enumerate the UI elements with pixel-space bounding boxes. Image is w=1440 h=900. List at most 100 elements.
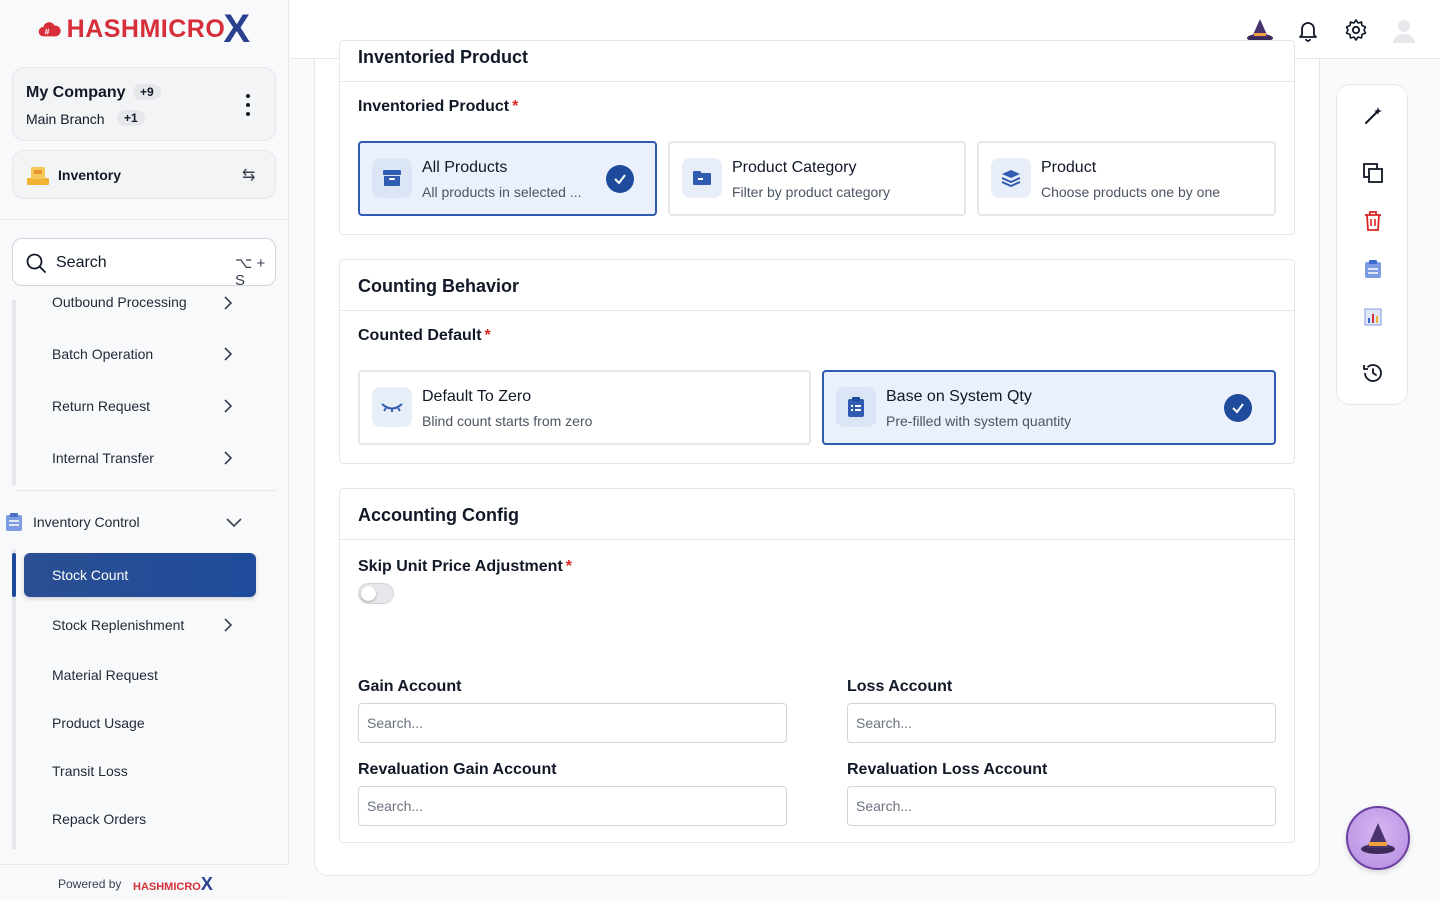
- option-title: Product: [1041, 159, 1097, 176]
- field-label-text: Inventoried Product: [358, 98, 510, 115]
- report-chart-icon[interactable]: [1359, 303, 1387, 331]
- active-indicator: [12, 553, 16, 597]
- option-subtitle: Pre-filled with system quantity: [886, 413, 1072, 429]
- branch-name: Main Branch: [26, 111, 105, 127]
- toggle-knob: [361, 586, 376, 601]
- folder-icon: [682, 158, 722, 198]
- field-label-skip-unit-price: Skip Unit Price Adjustment *: [358, 558, 572, 576]
- clipboard-icon[interactable]: [1359, 255, 1387, 283]
- field-label-inventoried-product: Inventoried Product *: [358, 98, 518, 116]
- field-label-text: Skip Unit Price Adjustment: [358, 558, 563, 575]
- option-subtitle: Blind count starts from zero: [422, 413, 593, 429]
- chevron-right-icon: [224, 347, 233, 361]
- revaluation-loss-input[interactable]: [847, 786, 1276, 826]
- section-title: Accounting Config: [358, 505, 519, 525]
- more-options-icon[interactable]: [238, 92, 258, 118]
- check-icon: [606, 165, 634, 193]
- chevron-right-icon: [224, 399, 233, 413]
- sidebar: # HASHMICRO X My Company +9 Main Branch …: [0, 0, 289, 900]
- powered-by-footer: Powered by HASHMICROX: [0, 864, 289, 900]
- switch-module-icon[interactable]: ⇆: [242, 165, 255, 185]
- footer-logo-x: X: [200, 874, 213, 894]
- section-header: Accounting Config: [340, 489, 1294, 540]
- sidebar-group-inventory-control[interactable]: Inventory Control: [0, 505, 289, 539]
- footer-logo: HASHMICROX: [133, 874, 213, 895]
- assistant-button[interactable]: [1346, 806, 1410, 870]
- sidebar-item-transit-loss[interactable]: Transit Loss: [52, 763, 128, 779]
- sidebar-item-internal-transfer[interactable]: Internal Transfer: [52, 450, 154, 466]
- field-label-gain-account: Gain Account: [358, 678, 462, 695]
- option-title: Default To Zero: [422, 388, 532, 405]
- inventory-module-icon: [27, 167, 49, 185]
- option-subtitle: Filter by product category: [732, 184, 890, 200]
- revaluation-gain-input[interactable]: [358, 786, 787, 826]
- company-switcher[interactable]: My Company +9 Main Branch +1: [12, 67, 276, 141]
- option-title: Product Category: [732, 159, 857, 176]
- duplicate-icon[interactable]: [1359, 159, 1387, 187]
- wizard-hat-icon: [1361, 823, 1395, 854]
- sidebar-item-batch-operation[interactable]: Batch Operation: [52, 346, 153, 362]
- sidebar-item-material-request[interactable]: Material Request: [52, 667, 158, 683]
- search-icon: [26, 253, 46, 273]
- option-default-to-zero[interactable]: Default To Zero Blind count starts from …: [358, 370, 811, 445]
- sidebar-search[interactable]: Search ⌥ + S: [12, 238, 276, 289]
- brand-logo[interactable]: # HASHMICRO X: [38, 8, 250, 50]
- module-switcher[interactable]: Inventory ⇆: [12, 150, 276, 199]
- sidebar-item-outbound-processing[interactable]: Outbound Processing: [52, 294, 187, 310]
- brand-name: HASHMICRO: [66, 14, 226, 43]
- search-label: Search: [56, 254, 107, 271]
- cloud-logo-icon: #: [38, 22, 61, 36]
- gain-account-input[interactable]: [358, 703, 787, 743]
- svg-text:#: #: [45, 26, 50, 36]
- sidebar-item-repack-orders[interactable]: Repack Orders: [52, 811, 146, 827]
- sidebar-item-label: Stock Count: [52, 567, 129, 583]
- field-label-revaluation-loss: Revaluation Loss Account: [847, 761, 1048, 778]
- option-base-on-system-qty[interactable]: Base on System Qty Pre-filled with syste…: [822, 370, 1276, 445]
- sidebar-item-stock-replenishment[interactable]: Stock Replenishment: [52, 617, 184, 633]
- trash-icon[interactable]: [1359, 207, 1387, 235]
- powered-by-label: Powered by: [58, 877, 122, 891]
- history-icon[interactable]: [1359, 359, 1387, 387]
- option-product-category[interactable]: Product Category Filter by product categ…: [668, 141, 966, 216]
- layers-icon: [991, 158, 1031, 198]
- archive-icon: [372, 158, 412, 198]
- bell-icon[interactable]: [1294, 16, 1322, 44]
- check-icon: [1224, 394, 1252, 422]
- skip-unit-price-toggle[interactable]: [358, 583, 394, 604]
- loss-account-input[interactable]: [847, 703, 1276, 743]
- sidebar-item-return-request[interactable]: Return Request: [52, 398, 150, 414]
- chevron-right-icon: [224, 618, 233, 632]
- search-shortcut: ⌥ + S: [235, 255, 266, 289]
- footer-logo-text: HASHMICRO: [133, 881, 201, 893]
- required-mark: *: [512, 98, 519, 115]
- option-all-products[interactable]: All Products All products in selected ..…: [358, 141, 657, 216]
- sidebar-item-product-usage[interactable]: Product Usage: [52, 715, 145, 731]
- option-title: All Products: [422, 159, 508, 176]
- section-title: Counting Behavior: [358, 276, 519, 296]
- option-title: Base on System Qty: [886, 388, 1032, 405]
- option-subtitle: Choose products one by one: [1041, 184, 1221, 200]
- field-label-text: Counted Default: [358, 327, 482, 344]
- company-name: My Company: [26, 84, 126, 101]
- branch-count-badge: +1: [117, 110, 145, 126]
- chevron-right-icon: [224, 451, 233, 465]
- gear-icon[interactable]: [1342, 16, 1370, 44]
- nav-rail: [12, 300, 16, 485]
- right-toolbar: [1336, 84, 1408, 405]
- brand-x: X: [223, 7, 250, 51]
- required-mark: *: [484, 327, 491, 344]
- option-product[interactable]: Product Choose products one by one: [977, 141, 1276, 216]
- sidebar-item-stock-count[interactable]: Stock Count: [24, 553, 256, 597]
- required-mark: *: [565, 558, 573, 575]
- option-subtitle: All products in selected ...: [422, 184, 582, 200]
- sidebar-divider: [0, 219, 289, 220]
- sidebar-group-label: Inventory Control: [33, 514, 140, 530]
- magic-wand-icon[interactable]: [1359, 102, 1387, 130]
- clipboard-list-icon: [836, 387, 876, 427]
- eye-closed-icon: [372, 387, 412, 427]
- section-title: Inventoried Product: [358, 47, 529, 67]
- avatar[interactable]: [1390, 16, 1418, 44]
- company-count-badge: +9: [133, 84, 161, 100]
- field-label-loss-account: Loss Account: [847, 678, 953, 695]
- section-header: Counting Behavior: [340, 260, 1294, 311]
